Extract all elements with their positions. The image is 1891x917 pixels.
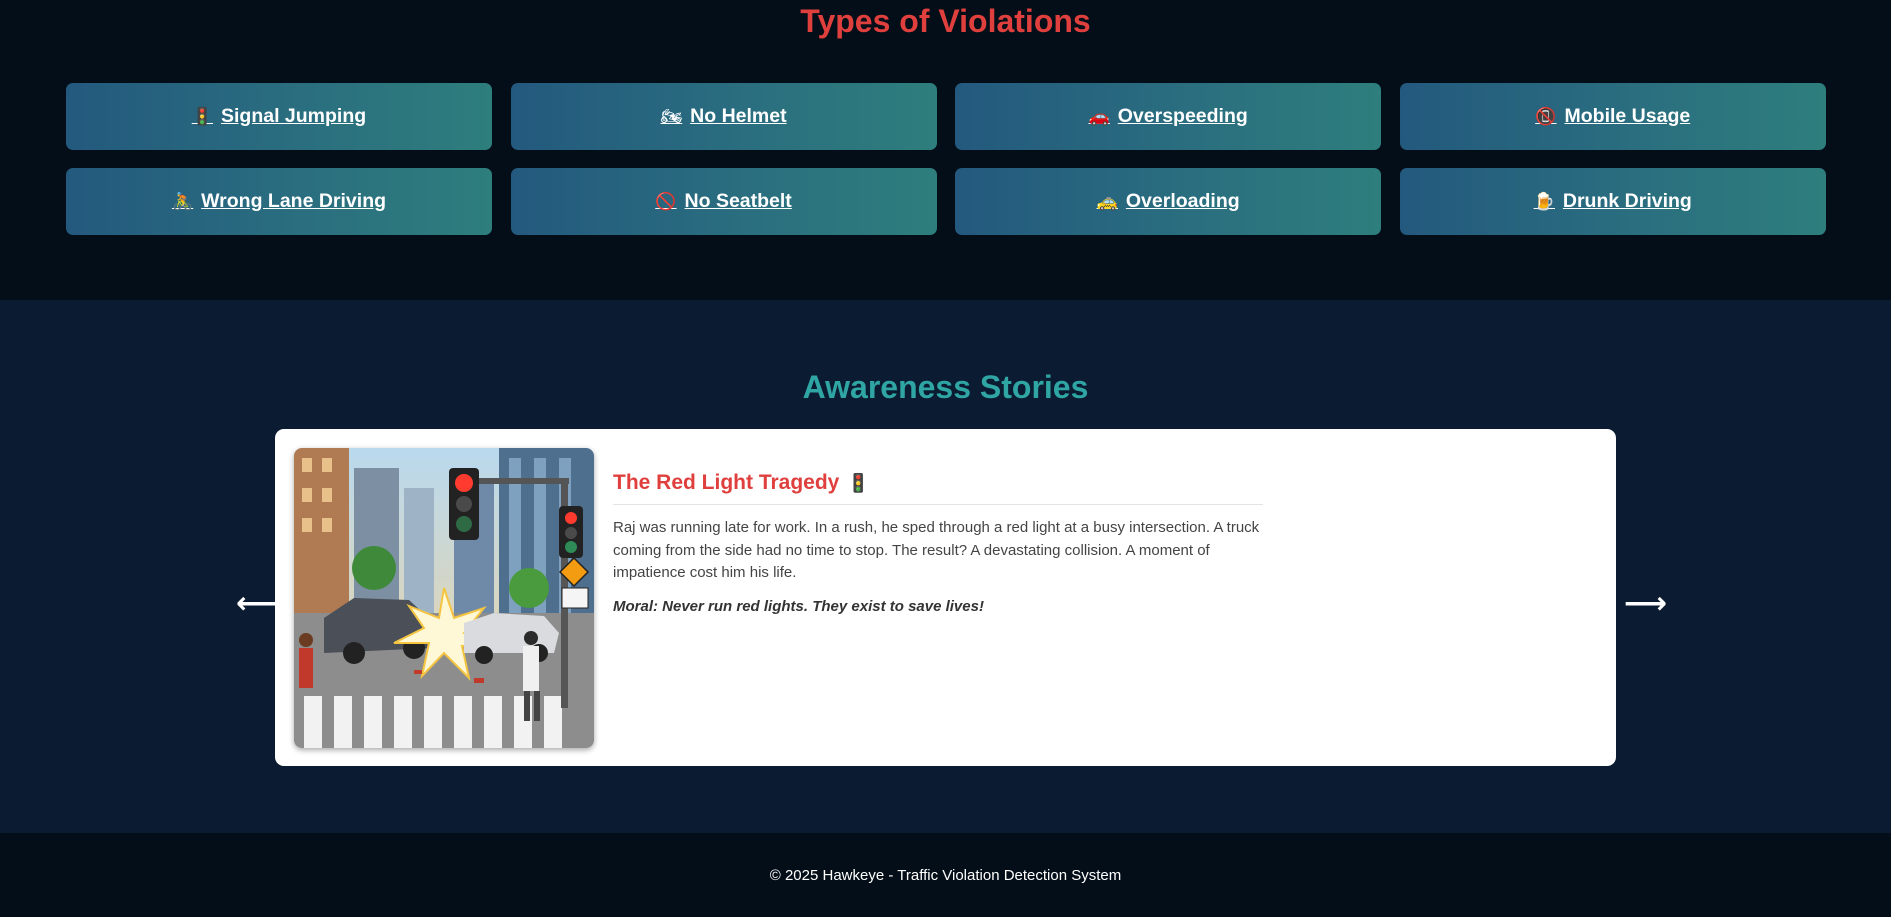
violations-grid: 🚦 Signal Jumping 🏍 No Helmet 🚗 Overspeed… bbox=[66, 83, 1826, 235]
prohibited-icon: 🚫 bbox=[655, 191, 677, 211]
traffic-light-icon: 🚦 bbox=[847, 473, 870, 493]
traffic-light-icon: 🚦 bbox=[191, 106, 213, 126]
violation-label: No Seatbelt bbox=[684, 190, 792, 212]
footer: © 2025 Hawkeye - Traffic Violation Detec… bbox=[0, 833, 1891, 917]
car-icon: 🚗 bbox=[1088, 106, 1110, 126]
story-body: Raj was running late for work. In a rush… bbox=[613, 519, 1260, 581]
no-mobile-icon: 📵 bbox=[1535, 106, 1557, 126]
stories-section: Awareness Stories ⟵ The Red Light Traged… bbox=[0, 300, 1891, 833]
motorcycle-icon: 🏍 bbox=[660, 106, 683, 126]
violation-label: Wrong Lane Driving bbox=[201, 190, 387, 212]
next-story-arrow-icon[interactable]: ⟶ bbox=[1624, 589, 1667, 619]
violation-card-signal-jumping[interactable]: 🚦 Signal Jumping bbox=[66, 83, 492, 150]
violation-label: Mobile Usage bbox=[1564, 105, 1691, 127]
story-card: The Red Light Tragedy 🚦 Raj was running l… bbox=[275, 429, 1616, 766]
violations-title: Types of Violations bbox=[800, 3, 1091, 39]
violation-label: No Helmet bbox=[690, 105, 787, 127]
violation-card-mobile-usage[interactable]: 📵 Mobile Usage bbox=[1399, 83, 1826, 150]
violation-card-no-seatbelt[interactable]: 🚫 No Seatbelt bbox=[510, 168, 937, 235]
prev-story-arrow-icon[interactable]: ⟵ bbox=[236, 589, 279, 619]
crash-scene-illustration bbox=[294, 448, 594, 748]
story-illustration bbox=[294, 448, 594, 748]
story-title-text: The Red Light Tragedy bbox=[613, 471, 840, 494]
taxi-icon: 🚕 bbox=[1096, 191, 1118, 211]
violations-section: Types of Violations 🚦 Signal Jumping 🏍 N… bbox=[0, 0, 1891, 300]
violation-card-no-helmet[interactable]: 🏍 No Helmet bbox=[510, 83, 937, 150]
violation-card-overspeeding[interactable]: 🚗 Overspeeding bbox=[955, 83, 1382, 150]
violation-card-overloading[interactable]: 🚕 Overloading bbox=[955, 168, 1382, 235]
violation-label: Signal Jumping bbox=[220, 105, 367, 127]
violation-card-wrong-lane-driving[interactable]: 🚴 Wrong Lane Driving bbox=[66, 168, 492, 235]
cyclist-icon: 🚴 bbox=[171, 191, 194, 211]
stories-title: Awareness Stories bbox=[802, 369, 1089, 405]
violation-label: Overloading bbox=[1125, 190, 1240, 212]
beer-icon: 🍺 bbox=[1533, 191, 1555, 211]
footer-text: © 2025 Hawkeye - Traffic Violation Detec… bbox=[769, 867, 1122, 884]
violation-label: Overspeeding bbox=[1117, 105, 1248, 127]
violation-label: Drunk Driving bbox=[1562, 190, 1692, 212]
violation-card-drunk-driving[interactable]: 🍺 Drunk Driving bbox=[1399, 168, 1826, 235]
story-moral: Moral: Never run red lights. They exist … bbox=[613, 598, 984, 615]
story-title: The Red Light Tragedy 🚦 bbox=[613, 471, 1263, 505]
